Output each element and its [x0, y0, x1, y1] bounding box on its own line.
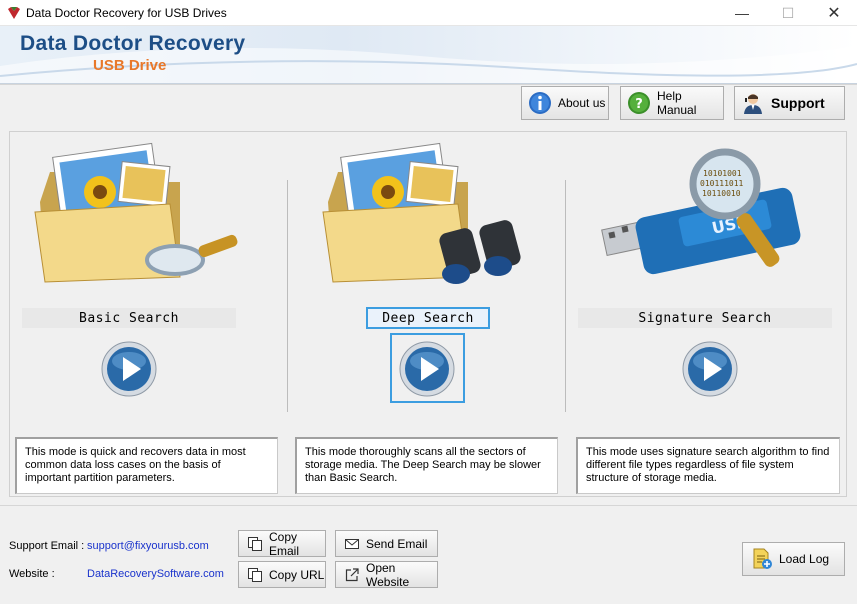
deep-search-play-button[interactable] — [399, 341, 455, 397]
window-title: Data Doctor Recovery for USB Drives — [26, 6, 227, 20]
signature-search-label[interactable]: Signature Search — [578, 308, 832, 328]
copy-icon — [248, 536, 262, 551]
divider — [287, 180, 288, 412]
help-manual-label: Help Manual — [657, 89, 697, 117]
support-email-label: Support Email : — [9, 540, 85, 552]
copy-icon — [248, 567, 262, 582]
close-button[interactable]: ✕ — [811, 0, 857, 26]
copy-url-label: Copy URL — [269, 567, 325, 582]
svg-text:10110010: 10110010 — [702, 189, 741, 198]
basic-search-play-button[interactable] — [101, 341, 157, 397]
usb-drive-magnifier-icon: USB 10101001 010111011 10110010 — [601, 148, 801, 275]
footer-separator — [0, 505, 857, 506]
svg-text:010111011: 010111011 — [700, 179, 744, 188]
toolbar-separator — [0, 84, 857, 85]
copy-email-label: Copy Email — [269, 529, 300, 558]
send-email-label: Send Email — [366, 536, 428, 551]
copy-email-button[interactable]: Copy Email — [238, 529, 326, 558]
help-icon: ? — [628, 92, 650, 114]
minimize-button[interactable]: — — [719, 0, 765, 26]
website-link[interactable]: DataRecoverySoftware.com — [87, 568, 224, 580]
about-us-button[interactable]: About us — [521, 86, 609, 120]
folder-magnifier-icon — [34, 142, 238, 283]
load-log-label: Load Log — [779, 552, 830, 566]
load-log-icon — [753, 548, 772, 569]
basic-search-label[interactable]: Basic Search — [22, 308, 236, 328]
about-us-label: About us — [558, 96, 606, 110]
maximize-button[interactable]: ☐ — [765, 0, 811, 26]
send-email-button[interactable]: Send Email — [335, 530, 438, 557]
support-person-icon — [744, 94, 762, 114]
signature-search-play-button[interactable] — [682, 341, 738, 397]
support-button[interactable]: Support — [734, 86, 845, 120]
support-label: Support — [771, 95, 825, 111]
deep-search-description: This mode thoroughly scans all the secto… — [295, 437, 558, 494]
support-email-link[interactable]: support@fixyourusb.com — [87, 540, 209, 552]
open-website-label: Open Website — [366, 560, 410, 589]
info-icon — [529, 92, 551, 114]
folder-binoculars-icon — [322, 142, 521, 284]
divider — [565, 180, 566, 412]
open-website-button[interactable]: Open Website — [335, 560, 438, 589]
help-manual-button[interactable]: ? Help Manual — [620, 86, 724, 120]
website-label: Website : — [9, 568, 55, 580]
copy-url-button[interactable]: Copy URL — [238, 561, 326, 588]
header-banner: Data Doctor Recovery USB Drive — [0, 26, 857, 84]
brand-title: Data Doctor Recovery — [20, 32, 246, 55]
basic-search-description: This mode is quick and recovers data in … — [15, 437, 278, 494]
signature-search-description: This mode uses signature search algorith… — [576, 437, 840, 494]
external-link-icon — [345, 567, 359, 581]
envelope-icon — [345, 538, 359, 549]
load-log-button[interactable]: Load Log — [742, 542, 845, 576]
deep-search-label[interactable]: Deep Search — [366, 307, 490, 329]
app-icon — [8, 7, 20, 19]
brand-subtitle: USB Drive — [93, 57, 167, 74]
svg-text:?: ? — [635, 97, 643, 112]
title-bar: Data Doctor Recovery for USB Drives — ☐ … — [0, 0, 857, 26]
svg-text:10101001: 10101001 — [703, 169, 742, 178]
